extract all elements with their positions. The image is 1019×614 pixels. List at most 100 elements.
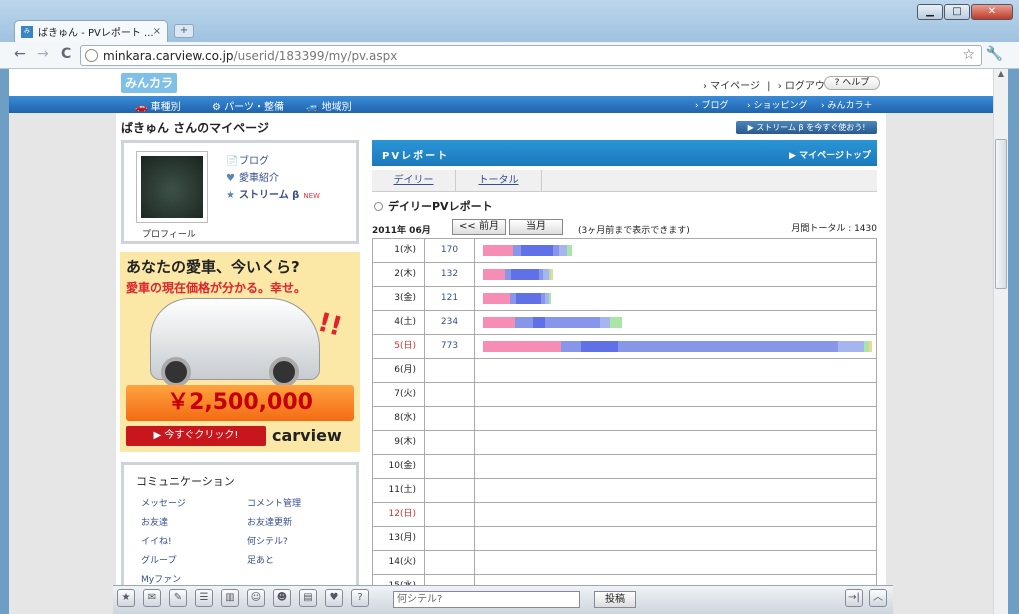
web-page: みんカラ › マイページ | › ログアウト ? ヘルプ 🚗 車種別 ⚙ パーツ…	[9, 69, 993, 614]
pv-bar-segment	[561, 341, 581, 352]
stream-banner-button[interactable]: ▶ ストリーム β を今すぐ使おう!	[736, 121, 877, 134]
tab-daily[interactable]: デイリー	[372, 170, 456, 192]
toolbar-icon-2[interactable]: ✎	[169, 589, 187, 607]
browser-tab[interactable]: み ばきゅん - PVレポート ... ×	[14, 20, 168, 42]
profile-label[interactable]: プロフィール	[142, 227, 196, 240]
group-link[interactable]: グループ	[141, 553, 176, 566]
pv-bar-segment	[610, 317, 622, 328]
nav-minkara-plus[interactable]: › みんカラ＋	[821, 98, 872, 111]
collapse-icon[interactable]: ︿	[869, 589, 887, 607]
profile-photo[interactable]	[136, 151, 208, 223]
table-row: 6(月)	[373, 359, 876, 383]
carview-ad-banner[interactable]: あなたの愛車、今いくら? 愛車の現在価格が分かる。幸せ。 !! ￥2,500,0…	[120, 252, 360, 452]
toolbar-icon-1[interactable]: ✉	[143, 589, 161, 607]
nav-region[interactable]: 🚙 地域別	[306, 98, 352, 113]
dock-right-icon[interactable]: →|	[845, 589, 863, 607]
pv-tabs: デイリー トータル	[372, 170, 877, 192]
car-intro-label: 愛車紹介	[239, 173, 279, 184]
ad-click-button[interactable]: ▶ 今すぐクリック!	[126, 426, 266, 446]
back-button[interactable]: ←	[14, 46, 26, 62]
toolbar-icon-5[interactable]: ☺	[247, 589, 265, 607]
car-intro-link[interactable]: ♥ 愛車紹介	[226, 170, 320, 187]
bookmark-star-icon[interactable]: ☆	[962, 47, 975, 63]
site-nav: 🚗 車種別 ⚙ パーツ・整備 🚙 地域別 › ブログ › ショッピング › みん…	[9, 96, 993, 113]
pv-bar-segment	[511, 269, 539, 280]
car-image	[150, 298, 320, 387]
scroll-thumb[interactable]	[995, 139, 1007, 289]
tab-close-icon[interactable]: ×	[153, 26, 161, 37]
forward-button[interactable]: →	[37, 46, 49, 62]
toolbar-icon-7[interactable]: ▤	[299, 589, 317, 607]
pv-bar	[483, 317, 622, 328]
mypage-top-link[interactable]: ▶ マイページトップ	[789, 148, 871, 161]
vertical-scrollbar[interactable]: ▲	[993, 69, 1008, 614]
new-tab-button[interactable]: +	[174, 24, 194, 38]
day-cell: 3(金)	[373, 287, 425, 310]
pv-bar-segment	[559, 245, 567, 256]
nav-car-model[interactable]: 🚗 車種別	[135, 98, 181, 113]
close-window-button[interactable]: ✕	[971, 4, 1013, 20]
count-cell: 121	[425, 287, 475, 310]
mypage-link[interactable]: › マイページ	[703, 81, 760, 92]
site-logo[interactable]: みんカラ	[121, 73, 178, 93]
day-cell: 7(火)	[373, 383, 425, 406]
prev-month-button[interactable]: << 前月	[452, 219, 506, 235]
count-cell	[425, 407, 475, 430]
myfan-link[interactable]: Myファン	[141, 572, 181, 585]
browser-toolbar: ← → C minkara.carview.co.jp /userid/1833…	[0, 42, 1019, 69]
bottom-toolbar: 何シテル? 投稿 ★ ✉ ✎ ☰ ▥ ☺ ☻ ▤ ♥? →| ︿	[113, 585, 893, 614]
help-button[interactable]: ? ヘルプ	[824, 76, 880, 90]
wrench-icon[interactable]: 🔧	[986, 46, 1003, 62]
toolbar-icon-0[interactable]: ★	[117, 589, 135, 607]
day-cell: 1(水)	[373, 239, 425, 262]
friends-link[interactable]: お友達	[141, 515, 168, 528]
circle-icon	[374, 202, 383, 211]
reload-button[interactable]: C	[61, 46, 71, 62]
whatdoing-input[interactable]: 何シテル?	[393, 591, 580, 608]
pv-bar-segment	[483, 269, 505, 280]
scroll-up-icon[interactable]: ▲	[994, 69, 1008, 83]
pv-report-header: PVレポート ▶ マイページトップ	[372, 140, 877, 166]
new-badge: NEW	[303, 192, 320, 200]
blog-link-label: ブログ	[239, 156, 269, 167]
like-link[interactable]: イイね!	[141, 534, 172, 547]
pv-bar-segment	[600, 317, 610, 328]
friends-update-link[interactable]: お友達更新	[247, 515, 292, 528]
post-button[interactable]: 投稿	[594, 591, 636, 608]
count-cell	[425, 455, 475, 478]
stream-link[interactable]: ★ ストリーム β NEW	[226, 187, 320, 204]
window-controls: ▁ □ ✕	[916, 4, 1013, 20]
table-row: 11(土)	[373, 479, 876, 503]
footprints-link[interactable]: 足あと	[247, 553, 274, 566]
ad-headline: あなたの愛車、今いくら?	[126, 258, 300, 276]
whatdoing-link[interactable]: 何シテル?	[247, 534, 288, 547]
count-cell	[425, 479, 475, 502]
pv-bar-segment	[515, 317, 533, 328]
tab-total[interactable]: トータル	[456, 170, 542, 192]
address-bar[interactable]: minkara.carview.co.jp /userid/183399/my/…	[80, 45, 982, 66]
comment-manage-link[interactable]: コメント管理	[247, 496, 301, 509]
toolbar-icon-4[interactable]: ▥	[221, 589, 239, 607]
pv-bar-segment	[551, 269, 553, 280]
toolbar-icon-6[interactable]: ☻	[273, 589, 291, 607]
nav-blog[interactable]: › ブログ	[695, 98, 728, 111]
nav-parts[interactable]: ⚙ パーツ・整備	[212, 98, 284, 113]
toolbar-icon-3[interactable]: ☰	[195, 589, 213, 607]
current-month-button[interactable]: 当月	[509, 219, 563, 235]
blog-link[interactable]: 📄ブログ	[226, 153, 320, 170]
count-cell: 773	[425, 335, 475, 358]
table-row: 10(金)	[373, 455, 876, 479]
table-row: 7(火)	[373, 383, 876, 407]
tab-title: ばきゅん - PVレポート ...	[38, 28, 153, 39]
daily-pv-table: 1(水) 170 2(木) 132 3(金) 121 4(土) 234 5(日) 773 6(月) 7…	[372, 238, 877, 614]
nav-car-model-label: 車種別	[150, 102, 181, 113]
url-path: /userid/183399/my/pv.aspx	[233, 48, 398, 63]
header-links: › マイページ | › ログアウト	[703, 77, 839, 92]
nav-shopping[interactable]: › ショッピング	[747, 98, 807, 111]
toolbar-icon-9[interactable]: ?	[351, 589, 369, 607]
toolbar-icon-8[interactable]: ♥	[325, 589, 343, 607]
minimize-button[interactable]: ▁	[917, 4, 943, 20]
message-link[interactable]: メッセージ	[141, 496, 186, 509]
maximize-button[interactable]: □	[944, 4, 970, 20]
pv-bar-segment	[513, 245, 521, 256]
